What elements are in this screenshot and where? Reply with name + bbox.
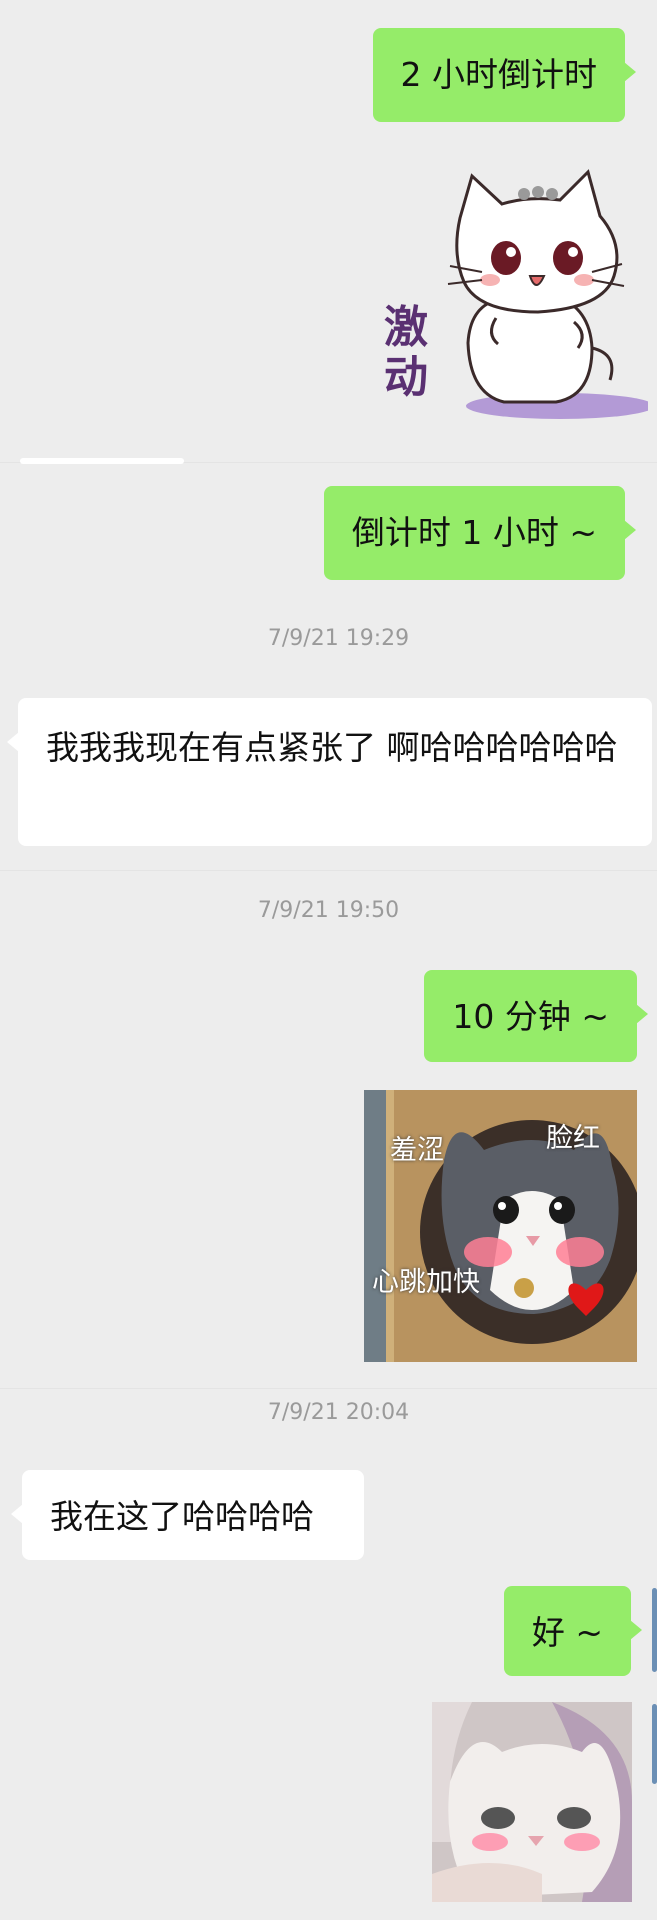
message-bubble-me[interactable]: 倒计时 1 小时 ~ (323, 486, 637, 580)
message-bubble-them[interactable]: 我我我现在有点紧张了 啊哈哈哈哈哈哈 (7, 698, 652, 846)
timestamp: 7/9/21 20:04 (267, 1400, 410, 1425)
blushing-cat-photo[interactable]: 羞涩 脸红 心跳加快 (364, 1090, 637, 1362)
avatar-edge (652, 1588, 657, 1672)
message-bubble-me[interactable]: 10 分钟 ~ (424, 970, 648, 1062)
sticker-caption: 激动 (384, 302, 428, 403)
message-bubble-me[interactable]: 好 ~ (503, 1586, 643, 1676)
cat-photo-icon (432, 1702, 632, 1902)
avatar-edge (652, 1704, 657, 1784)
message-bubble-them[interactable]: 我在这了哈哈哈哈 (11, 1470, 364, 1560)
message-bubble-me[interactable]: 2 小时倒计时 (372, 28, 636, 122)
photo-label: 心跳加快 (372, 1267, 480, 1298)
divider (0, 870, 657, 871)
cat-excited-sticker[interactable]: 激动 (378, 158, 648, 428)
white-cat-photo[interactable] (432, 1702, 632, 1902)
timestamp: 7/9/21 19:29 (267, 626, 410, 651)
timestamp: 7/9/21 19:50 (257, 898, 400, 923)
photo-label: 羞涩 (390, 1135, 444, 1166)
divider (0, 1388, 657, 1389)
partial-bubble-edge (20, 458, 184, 464)
photo-label: 脸红 (546, 1123, 600, 1154)
